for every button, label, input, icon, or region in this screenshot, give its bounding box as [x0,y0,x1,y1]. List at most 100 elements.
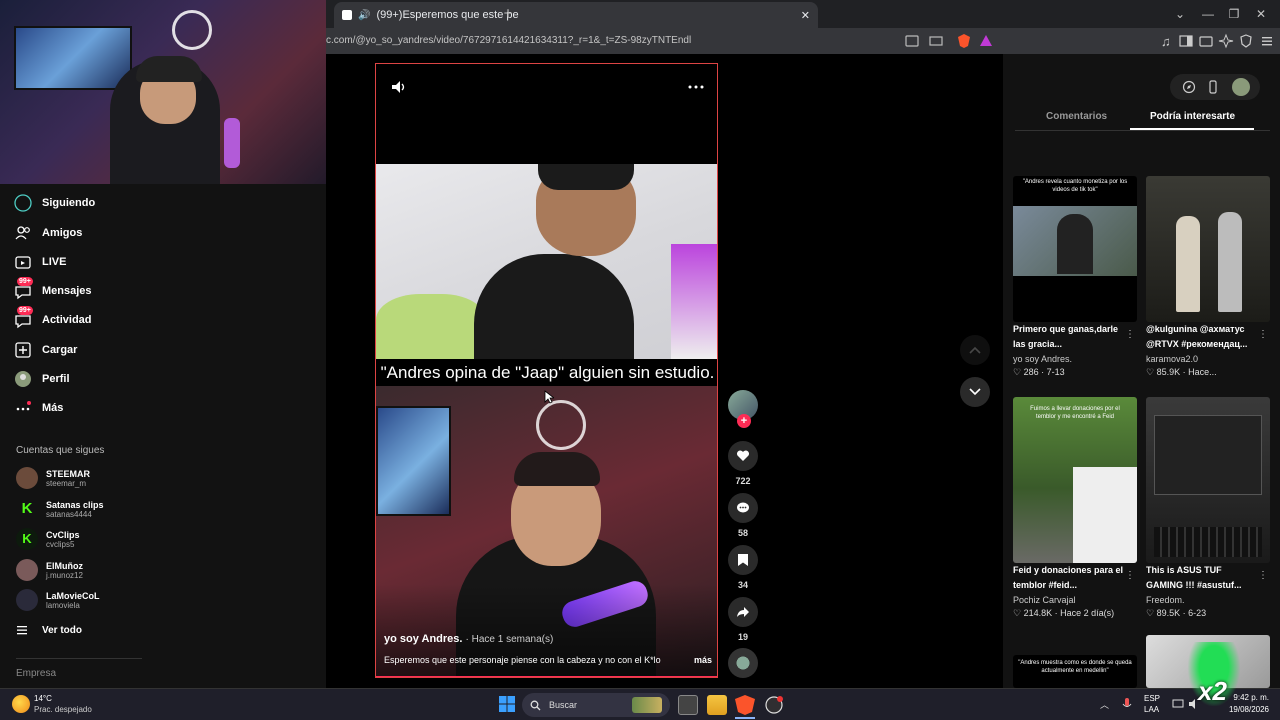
friends-icon [14,224,32,242]
compass-icon[interactable] [1182,80,1196,94]
restore-button[interactable]: ❐ [1223,4,1245,24]
wallet-icon[interactable] [1198,33,1214,49]
sound-disc-button[interactable] [728,648,758,678]
suggested-video-card[interactable]: This is ASUS TUF GAMING !!! #asustuf... … [1146,397,1270,619]
video-thumbnail: "Andres revela cuanto monetiza por los v… [1013,176,1137,322]
new-tab-button[interactable]: + [498,4,518,24]
search-icon [530,700,541,711]
nav-activity[interactable]: 99+ Actividad [14,306,92,329]
previous-video-button[interactable] [960,335,990,365]
task-view-icon[interactable] [678,695,698,715]
sidebar-toggle-icon[interactable] [1178,33,1194,49]
tab-list-chevron-icon[interactable]: ⌄ [1169,4,1191,24]
language-indicator[interactable]: ESP [1144,694,1160,703]
file-explorer-icon[interactable] [707,695,727,715]
windows-taskbar: 14°C Prac. despejado Buscar ︿ ESP LAA 9:… [0,688,1280,720]
microphone-tray-icon[interactable] [1122,697,1132,711]
card-author[interactable]: yo soy Andres. [1013,354,1137,364]
video-thumbnail [1146,176,1270,322]
card-more-icon[interactable]: ⋮ [1125,329,1135,340]
next-video-button[interactable] [960,377,990,407]
card-more-icon[interactable]: ⋮ [1125,570,1135,581]
card-author[interactable]: Freedom. [1146,595,1270,605]
card-more-icon[interactable]: ⋮ [1258,329,1268,340]
minimize-button[interactable]: — [1197,4,1219,24]
nav-profile[interactable]: Perfil [14,370,70,388]
monitor-screen [376,406,451,516]
browser-tab[interactable]: 🔊 (99+)Esperemos que este pe ✕ [334,2,818,28]
tab-comments[interactable]: Comentarios [1046,111,1107,122]
volume-icon[interactable] [390,78,408,96]
suggested-video-card[interactable]: "Andres muestra como es donde se queda a… [1013,655,1137,688]
sidebar: Siguiendo Amigos LIVE 99+ Mensajes 99+ A… [0,184,326,688]
weather-icon[interactable] [12,695,30,713]
account-item[interactable]: STEEMAR steemar_m [16,467,90,489]
url-field[interactable]: c.com/@yo_so_yandres/video/7672971614421… [326,32,886,50]
progress-bar[interactable] [376,676,717,677]
nav-label: Siguiendo [42,197,96,209]
video-player[interactable]: "Andres opina de "Jaap" alguien sin estu… [375,63,718,678]
active-app-indicator [735,717,755,719]
like-button[interactable]: 722 [728,441,758,486]
follow-plus-icon[interactable]: + [737,414,751,428]
account-name: STEEMAR [46,468,91,479]
nav-following[interactable]: Siguiendo [14,194,95,212]
see-all-button[interactable]: Ver todo [16,624,82,636]
avatar [16,467,38,489]
windows-start-icon[interactable] [498,695,518,715]
nav-upload[interactable]: Cargar [14,341,77,359]
leo-ai-icon[interactable] [1218,33,1234,49]
creator-avatar-button[interactable]: + [728,390,758,434]
thumb-truck [1073,467,1137,563]
suggested-video-card[interactable]: @kulgunina @ахматус @RTVX #рекомендац...… [1146,176,1270,378]
nav-live[interactable]: LIVE [14,253,66,271]
avatar [16,589,38,611]
nav-friends[interactable]: Amigos [14,224,82,242]
more-button[interactable]: más [694,655,712,665]
brave-browser-icon[interactable] [735,695,755,715]
share-button[interactable]: 19 [728,597,758,642]
vpn-shield-icon[interactable] [1238,33,1254,49]
rewards-icon[interactable] [978,33,994,49]
save-button[interactable]: 34 [728,545,758,590]
video-author[interactable]: yo soy Andres. [384,633,462,645]
more-options-icon[interactable] [687,78,705,96]
speaker-icon[interactable]: 🔊 [358,10,370,21]
card-more-icon[interactable]: ⋮ [1258,570,1268,581]
card-stats: ♡ 286 · 7-13 [1013,367,1065,377]
account-item[interactable]: K CvClips cvclips5 [16,528,80,550]
music-icon[interactable]: ♫ [1158,33,1174,49]
tab-suggested[interactable]: Podría interesarte [1150,111,1235,122]
phone-icon[interactable] [1206,80,1220,94]
nav-messages[interactable]: 99+ Mensajes [14,277,92,300]
suggested-video-card[interactable]: Fuimos a llevar donaciones por el temblo… [1013,397,1137,619]
card-author[interactable]: Pochiz Carvajal [1013,595,1137,605]
tray-chevron-icon[interactable]: ︿ [1100,698,1109,711]
account-item[interactable]: LaMovieCoL lamoviela [16,589,100,611]
brave-shield-icon[interactable] [956,33,972,49]
live-icon [14,253,32,271]
network-icon[interactable] [1172,698,1184,710]
close-window-button[interactable]: ✕ [1250,4,1272,24]
user-avatar[interactable] [1232,78,1250,96]
account-item[interactable]: K Satanas clips satanas4444 [16,498,104,520]
video-thumbnail [1146,397,1270,563]
suggested-video-card[interactable]: "Andres revela cuanto monetiza por los v… [1013,176,1137,378]
cast-icon[interactable] [928,33,944,49]
translate-icon[interactable] [904,33,920,49]
thumb-laptop [1154,415,1262,495]
account-item[interactable]: ElMuñoz j.munoz12 [16,559,83,581]
company-link[interactable]: Empresa [16,668,56,679]
taskbar-search[interactable]: Buscar [522,693,670,717]
card-title: Primero que ganas,darle las gracia... [1013,324,1119,349]
weather-temp[interactable]: 14°C [34,694,52,703]
card-author[interactable]: karamova2.0 [1146,354,1270,364]
obs-icon[interactable] [764,695,784,715]
video-thumbnail: Fuimos a llevar donaciones por el temblo… [1013,397,1137,563]
nav-more[interactable]: Más [14,399,63,417]
close-tab-icon[interactable]: ✕ [801,9,810,22]
nav-label: Mensajes [42,285,92,297]
comment-button[interactable]: 58 [728,493,758,538]
menu-icon[interactable] [1259,33,1275,49]
account-handle: lamoviela [46,600,80,610]
